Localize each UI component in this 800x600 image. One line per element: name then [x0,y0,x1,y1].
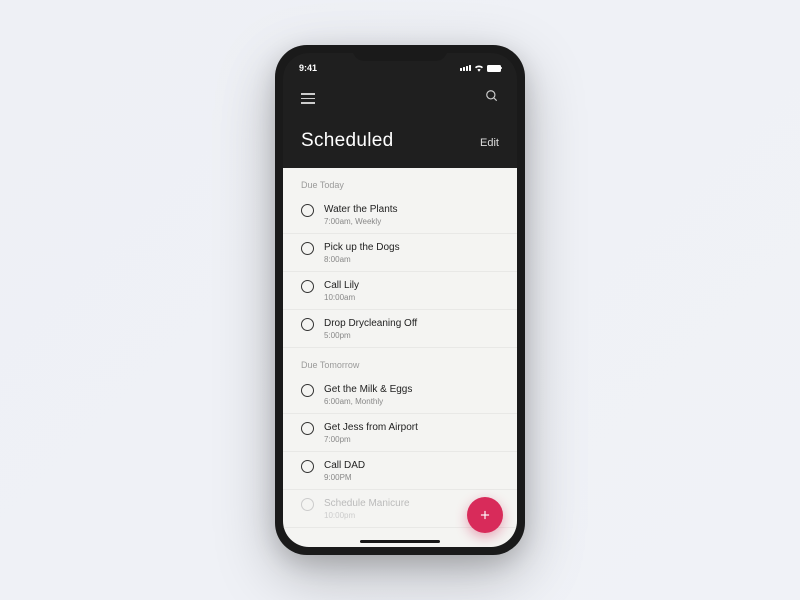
task-row[interactable]: Call Lily 10:00am [283,272,517,310]
task-list[interactable]: Due Today Water the Plants 7:00am, Weekl… [283,168,517,547]
task-title: Schedule Manicure [324,497,410,510]
task-time: 5:00pm [324,331,417,340]
checkbox-icon[interactable] [301,422,314,435]
battery-icon [487,65,501,72]
notch [353,45,448,61]
section-label-tomorrow: Due Tomorrow [283,348,517,376]
task-time: 6:00am, Monthly [324,397,412,406]
task-title: Water the Plants [324,203,398,216]
task-title: Call Lily [324,279,359,292]
add-button[interactable] [467,497,503,533]
checkbox-icon[interactable] [301,318,314,331]
signal-icon [460,65,471,71]
page-title: Scheduled [301,130,394,152]
edit-button[interactable]: Edit [480,137,499,149]
section-label-today: Due Today [283,168,517,196]
page-header: Scheduled Edit [283,112,517,168]
wifi-icon [474,64,484,72]
checkbox-icon[interactable] [301,204,314,217]
task-row[interactable]: Call DAD 9:00PM [283,452,517,490]
task-time: 8:00am [324,255,400,264]
home-indicator[interactable] [360,540,440,543]
task-title: Get the Milk & Eggs [324,383,412,396]
task-time: 9:00PM [324,473,365,482]
task-row[interactable]: Get Jess from Airport 7:00pm [283,414,517,452]
phone-frame: 9:41 Scheduled Edit Due Today Water the … [275,45,525,555]
task-time: 7:00pm [324,435,418,444]
task-time: 10:00am [324,293,359,302]
menu-icon[interactable] [301,93,315,104]
task-row[interactable]: Pick up the Dogs 8:00am [283,234,517,272]
task-time: 10:00pm [324,511,410,520]
status-time: 9:41 [299,63,317,73]
status-indicators [460,64,501,72]
search-icon[interactable] [485,89,499,108]
checkbox-icon[interactable] [301,384,314,397]
top-bar [283,79,517,112]
task-time: 7:00am, Weekly [324,217,398,226]
checkbox-icon[interactable] [301,498,314,511]
screen: 9:41 Scheduled Edit Due Today Water the … [283,53,517,547]
checkbox-icon[interactable] [301,242,314,255]
task-title: Call DAD [324,459,365,472]
task-title: Pick up the Dogs [324,241,400,254]
plus-icon [478,508,492,522]
task-title: Drop Drycleaning Off [324,317,417,330]
checkbox-icon[interactable] [301,460,314,473]
task-row[interactable]: Get the Milk & Eggs 6:00am, Monthly [283,376,517,414]
task-title: Get Jess from Airport [324,421,418,434]
checkbox-icon[interactable] [301,280,314,293]
task-row[interactable]: Water the Plants 7:00am, Weekly [283,196,517,234]
task-row[interactable]: Drop Drycleaning Off 5:00pm [283,310,517,348]
